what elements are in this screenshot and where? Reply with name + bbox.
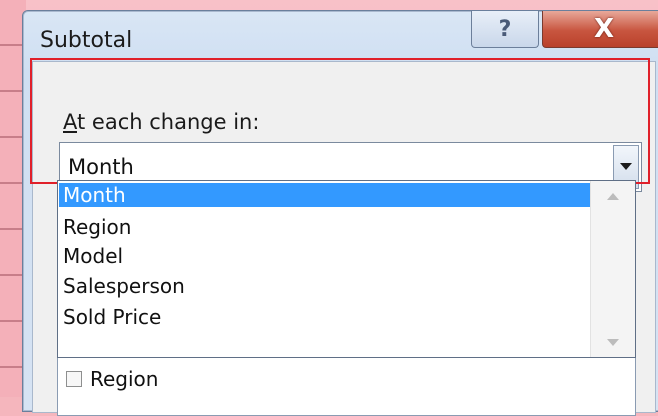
dropdown-option-salesperson[interactable]: Salesperson <box>59 274 185 298</box>
dropdown-option-month[interactable]: Month <box>59 183 591 207</box>
label-accelerator: A <box>63 110 77 134</box>
chevron-down-icon <box>620 163 632 170</box>
help-button[interactable]: ? <box>471 11 539 48</box>
dropdown-scrollbar[interactable] <box>590 181 635 357</box>
close-button[interactable]: X <box>542 11 658 48</box>
list-item[interactable]: Region <box>66 367 158 391</box>
scroll-down-button[interactable] <box>591 331 635 353</box>
at-each-change-label: At each change in: <box>63 110 259 134</box>
add-subtotal-to-list[interactable]: Region <box>57 356 636 416</box>
dropdown-option-sold-price[interactable]: Sold Price <box>59 305 161 329</box>
combobox-value: Month <box>68 155 134 179</box>
dropdown-option-model[interactable]: Model <box>59 244 123 268</box>
chevron-down-icon <box>607 338 619 346</box>
dropdown-option-region[interactable]: Region <box>59 215 131 239</box>
chevron-up-icon <box>607 192 619 200</box>
label-text: t each change in: <box>77 110 260 134</box>
change-in-dropdown-list[interactable]: Month Region Model Salesperson Sold Pric… <box>57 180 636 358</box>
dialog-title: Subtotal <box>40 28 133 53</box>
region-checkbox[interactable] <box>66 371 82 387</box>
close-icon: X <box>593 14 615 44</box>
help-icon: ? <box>498 16 512 42</box>
scroll-up-button[interactable] <box>591 185 635 207</box>
title-bar[interactable]: Subtotal ? X <box>23 11 658 61</box>
checkbox-label: Region <box>90 367 159 391</box>
